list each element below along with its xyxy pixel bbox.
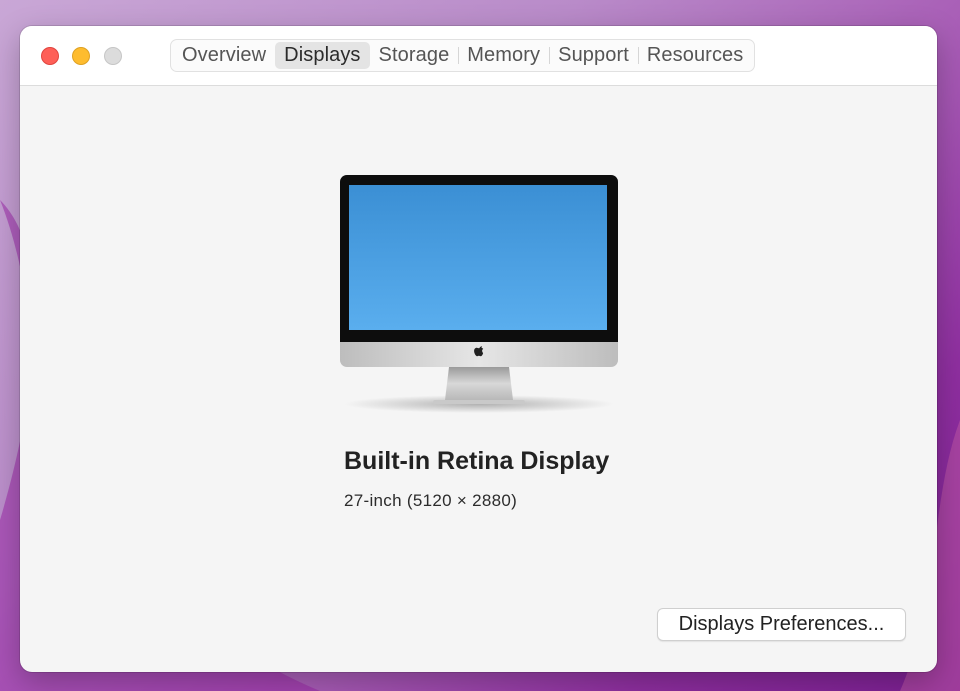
- tab-storage[interactable]: Storage: [370, 42, 459, 69]
- close-button[interactable]: [41, 47, 59, 65]
- tab-bar: Overview Displays Storage Memory Support…: [170, 39, 756, 72]
- display-name: Built-in Retina Display: [344, 447, 610, 475]
- tab-overview[interactable]: Overview: [173, 42, 275, 69]
- zoom-button[interactable]: [104, 47, 122, 65]
- tab-support[interactable]: Support: [549, 42, 638, 69]
- displays-preferences-button[interactable]: Displays Preferences...: [657, 608, 906, 641]
- about-this-mac-window: Overview Displays Storage Memory Support…: [20, 26, 937, 672]
- title-bar: Overview Displays Storage Memory Support…: [20, 26, 937, 86]
- tab-memory[interactable]: Memory: [458, 42, 549, 69]
- minimize-button[interactable]: [72, 47, 90, 65]
- display-spec: 27-inch (5120 × 2880): [344, 491, 518, 510]
- tab-displays[interactable]: Displays: [275, 42, 370, 69]
- tab-resources[interactable]: Resources: [637, 42, 753, 69]
- imac-icon: [339, 174, 619, 414]
